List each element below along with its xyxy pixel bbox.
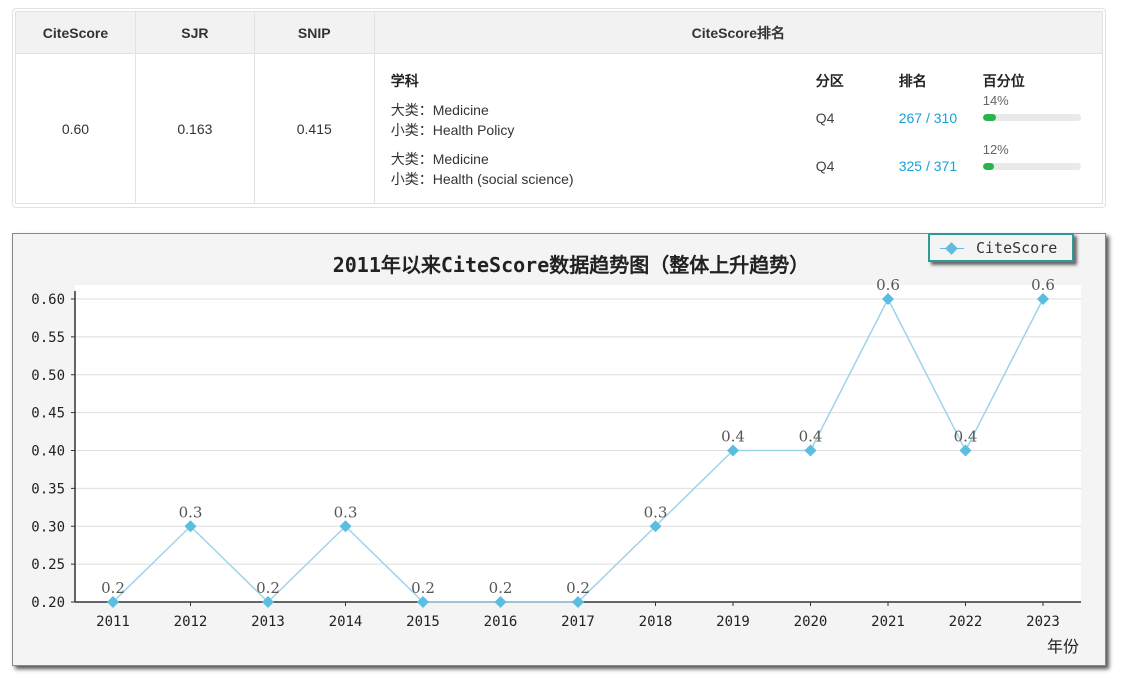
row1-percentile-bar: [982, 114, 1081, 121]
plot-area: [75, 285, 1081, 602]
y-tick-label: 0.20: [31, 595, 65, 611]
value-sjr: 0.163: [134, 53, 255, 204]
row2-percentile-bar: [982, 163, 1081, 170]
citescore-trend-chart: 2011年以来CiteScore数据趋势图（整体上升趋势） 年份 0.20 0.2…: [12, 233, 1106, 666]
data-label: 0.4: [954, 428, 978, 446]
legend-series-name: CiteScore: [976, 239, 1058, 257]
chart-canvas: 2011年以来CiteScore数据趋势图（整体上升趋势） 年份 0.20 0.2…: [31, 253, 1081, 656]
value-citescore: 0.60: [15, 53, 136, 204]
column-subject: 学科: [390, 73, 419, 89]
header-citescore: CiteScore: [15, 11, 136, 54]
header-citescore-rank: CiteScore排名: [373, 11, 1104, 54]
y-tick-label: 0.30: [31, 519, 65, 535]
chart-title: 2011年以来CiteScore数据趋势图（整体上升趋势）: [333, 253, 810, 277]
x-tick-label: 2017: [561, 614, 595, 630]
value-snip: 0.415: [253, 53, 375, 204]
header-snip: SNIP: [253, 11, 375, 54]
x-tick-label: 2019: [716, 614, 750, 630]
row1-major-category: 大类：Medicine: [390, 102, 489, 118]
y-tick-label: 0.40: [31, 444, 65, 460]
y-tick-label: 0.35: [31, 481, 65, 497]
x-axis-label: 年份: [1047, 637, 1079, 656]
data-label: 0.2: [101, 579, 125, 597]
header-sjr: SJR: [134, 11, 255, 54]
column-rank: 排名: [898, 73, 927, 89]
rank-details: 学科 分区 排名 百分位 大类：Medicine 小类：Health Polic…: [373, 53, 1104, 204]
x-tick-label: 2014: [329, 614, 363, 630]
y-tick-label: 0.50: [31, 368, 65, 384]
y-tick-label: 0.60: [31, 292, 65, 308]
row1-rank-link[interactable]: 267 / 310: [899, 110, 957, 126]
row1-minor-category: 小类：Health Policy: [390, 122, 515, 138]
x-tick-label: 2021: [871, 614, 905, 630]
x-tick-label: 2020: [794, 614, 828, 630]
x-tick-label: 2018: [639, 614, 673, 630]
data-label: 0.3: [179, 503, 203, 521]
row2-percentile-fill: [982, 163, 995, 170]
row1-percentile-fill: [982, 114, 997, 121]
y-tick-label: 0.55: [31, 330, 65, 346]
data-label: 0.3: [334, 503, 358, 521]
row2-percentile-label: 12%: [982, 142, 1009, 157]
data-label: 0.6: [876, 276, 900, 294]
citescore-metrics-table: CiteScore SJR SNIP CiteScore排名 0.60 0.16…: [12, 8, 1106, 208]
metrics-grid: CiteScore SJR SNIP CiteScore排名 0.60 0.16…: [15, 11, 1104, 204]
legend-diamond-icon: [945, 242, 958, 255]
y-tick-label: 0.45: [31, 406, 65, 422]
data-label: 0.6: [1031, 276, 1055, 294]
x-tick-label: 2011: [96, 614, 130, 630]
row2-major-category: 大类：Medicine: [390, 151, 489, 167]
column-quartile: 分区: [815, 73, 844, 89]
row2-minor-category: 小类：Health (social science): [390, 171, 574, 187]
data-label: 0.4: [799, 428, 823, 446]
row2-quartile: Q4: [815, 158, 835, 174]
row1-percentile-label: 14%: [982, 93, 1009, 108]
y-tick-label: 0.25: [31, 557, 65, 573]
data-label: 0.4: [721, 428, 745, 446]
chart-legend: CiteScore: [928, 233, 1074, 262]
row2-rank-link[interactable]: 325 / 371: [899, 158, 957, 174]
data-label: 0.2: [489, 579, 513, 597]
data-label: 0.2: [411, 579, 435, 597]
data-label: 0.3: [644, 503, 668, 521]
x-tick-label: 2022: [949, 614, 983, 630]
data-label: 0.2: [256, 579, 280, 597]
x-tick-label: 2012: [174, 614, 208, 630]
data-label: 0.2: [566, 579, 590, 597]
x-tick-label: 2023: [1026, 614, 1060, 630]
row1-quartile: Q4: [815, 110, 835, 126]
x-tick-label: 2015: [406, 614, 440, 630]
x-tick-label: 2013: [251, 614, 285, 630]
column-percentile: 百分位: [982, 73, 1025, 89]
x-tick-label: 2016: [484, 614, 518, 630]
